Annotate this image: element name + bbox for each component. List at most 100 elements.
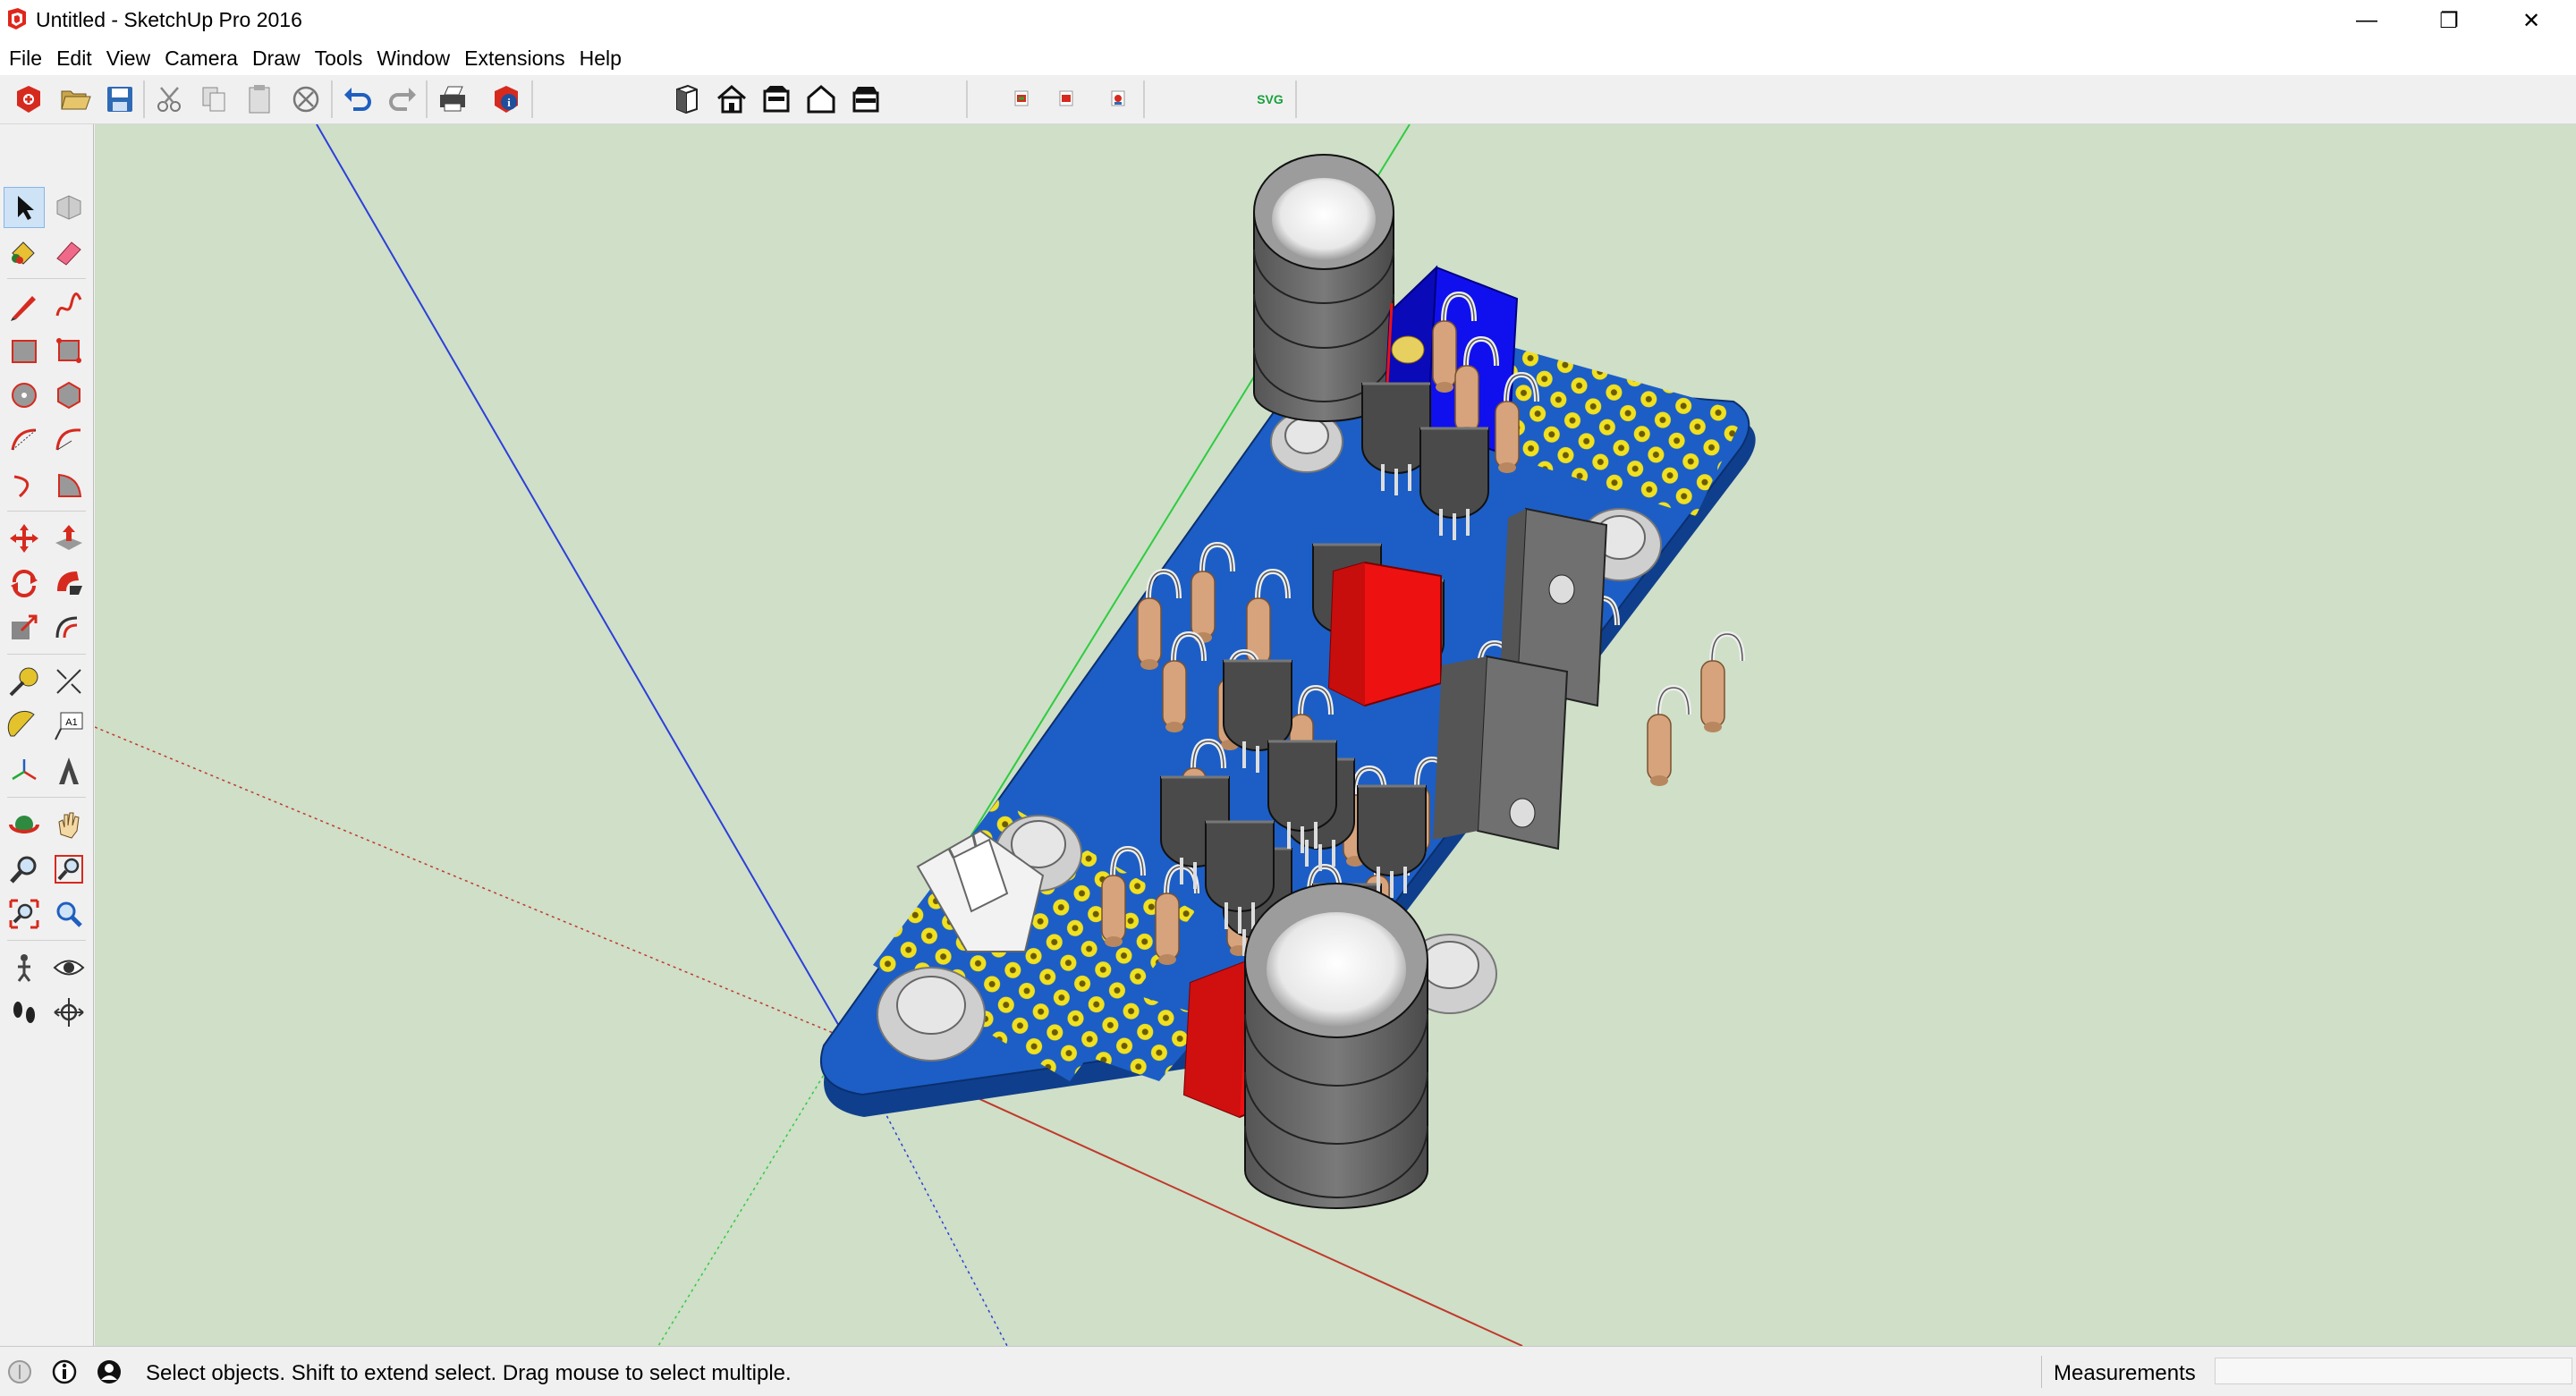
svg-text:A1: A1: [65, 717, 77, 728]
tool-circle[interactable]: [4, 375, 45, 416]
text-tool-icon: A1: [55, 712, 83, 740]
tool-tape-measure[interactable]: [4, 661, 45, 702]
tool-freehand[interactable]: [48, 285, 89, 326]
close-button[interactable]: ✕: [2490, 0, 2572, 41]
open-icon: [61, 90, 91, 110]
tool-3d-text[interactable]: [48, 750, 89, 791]
blue-axis-line: [316, 124, 847, 1039]
paste-button[interactable]: [240, 80, 279, 119]
tool-two-point-arc[interactable]: [48, 419, 89, 461]
measurements-input[interactable]: [2215, 1358, 2572, 1384]
restore-icon: ❐: [2439, 8, 2459, 33]
tool-orbit[interactable]: [4, 804, 45, 845]
save-button[interactable]: [100, 80, 140, 119]
tool-polygon[interactable]: [48, 375, 89, 416]
tool-rectangle[interactable]: [4, 330, 45, 371]
copy-button[interactable]: [195, 80, 234, 119]
menu-camera[interactable]: Camera: [157, 41, 245, 75]
tool-follow-me[interactable]: [48, 563, 89, 604]
menu-edit[interactable]: Edit: [49, 41, 99, 75]
status-divider: [2041, 1356, 2042, 1388]
tool-eraser[interactable]: [48, 232, 89, 273]
svg-export-button[interactable]: SVG: [1250, 80, 1290, 119]
print-button[interactable]: [433, 80, 472, 119]
menu-extensions[interactable]: Extensions: [457, 41, 572, 75]
tool-offset[interactable]: [48, 607, 89, 648]
tool-walk[interactable]: [4, 992, 45, 1033]
open-button[interactable]: [55, 80, 95, 119]
tool-pan[interactable]: [48, 804, 89, 845]
tool-rotate[interactable]: [4, 563, 45, 604]
erase-icon: [292, 86, 319, 113]
menu-help[interactable]: Help: [572, 41, 629, 75]
pie-icon: [58, 473, 82, 497]
import-button[interactable]: [1046, 80, 1086, 119]
extension-button[interactable]: [1098, 80, 1138, 119]
tool-zoom[interactable]: [4, 849, 45, 890]
redo-icon: [389, 88, 416, 111]
undo-button[interactable]: [338, 80, 377, 119]
tool-three-point-arc[interactable]: [4, 464, 45, 505]
geo-location-icon[interactable]: [5, 1358, 34, 1386]
tool-scale[interactable]: [4, 607, 45, 648]
user-account-icon[interactable]: [95, 1358, 123, 1386]
redo-button[interactable]: [383, 80, 422, 119]
tool-pie[interactable]: [48, 464, 89, 505]
menu-window[interactable]: Window: [369, 41, 457, 75]
tool-zoom-window[interactable]: [48, 849, 89, 890]
tool-axes[interactable]: [4, 750, 45, 791]
pan-hand-icon: [58, 812, 80, 839]
zoom-extents-icon: [9, 899, 39, 929]
tool-paint-bucket[interactable]: [4, 232, 45, 273]
polygon-icon: [57, 381, 80, 410]
cut-icon: [157, 87, 181, 112]
tool-dimension[interactable]: [48, 661, 89, 702]
green-axis-dotted: [657, 1037, 847, 1346]
tool-text[interactable]: A1: [48, 706, 89, 747]
window-title: Untitled - SketchUp Pro 2016: [36, 8, 302, 31]
tool-arc[interactable]: [4, 419, 45, 461]
tool-protractor[interactable]: [4, 706, 45, 747]
restore-button[interactable]: ❐: [2408, 0, 2490, 41]
tool-previous-view[interactable]: [48, 893, 89, 935]
export-button[interactable]: [1002, 80, 1041, 119]
front-view-button[interactable]: [757, 80, 796, 119]
tool-position-camera[interactable]: [4, 947, 45, 988]
tool-component[interactable]: [48, 187, 89, 228]
top-view-button[interactable]: [712, 80, 751, 119]
tool-look-around[interactable]: [48, 947, 89, 988]
erase-button[interactable]: [286, 80, 326, 119]
menu-draw[interactable]: Draw: [245, 41, 308, 75]
tool-move[interactable]: [4, 518, 45, 559]
offset-icon: [55, 616, 78, 639]
model-viewport[interactable]: [95, 124, 2576, 1346]
credits-info-icon[interactable]: [50, 1358, 79, 1386]
minimize-icon: —: [2356, 8, 2377, 32]
electrolytic-capacitor: [1253, 154, 1394, 422]
tool-section-plane[interactable]: [48, 992, 89, 1033]
tool-rotated-rectangle[interactable]: [48, 330, 89, 371]
cut-button[interactable]: [150, 80, 190, 119]
menu-tools[interactable]: Tools: [308, 41, 370, 75]
svg-export-icon: SVG: [1257, 92, 1284, 106]
model-info-button[interactable]: i: [487, 80, 526, 119]
tool-push-pull[interactable]: [48, 518, 89, 559]
menu-view[interactable]: View: [99, 41, 157, 75]
palette-separator: [7, 511, 86, 512]
export-icon: [1014, 90, 1029, 106]
undo-icon: [344, 88, 371, 111]
new-model-button[interactable]: [9, 80, 48, 119]
back-view-button[interactable]: [846, 80, 886, 119]
tool-line[interactable]: [4, 285, 45, 326]
minimize-button[interactable]: —: [2326, 0, 2408, 41]
menu-file[interactable]: File: [2, 41, 49, 75]
tool-zoom-extents[interactable]: [4, 893, 45, 935]
component-icon: [56, 195, 81, 220]
tool-select[interactable]: [4, 187, 45, 228]
iso-view-button[interactable]: [667, 80, 707, 119]
palette-separator: [7, 654, 86, 655]
right-view-button[interactable]: [801, 80, 841, 119]
zoom-window-icon: [55, 855, 83, 884]
palette-separator: [7, 940, 86, 941]
top-view-icon: [717, 85, 746, 114]
